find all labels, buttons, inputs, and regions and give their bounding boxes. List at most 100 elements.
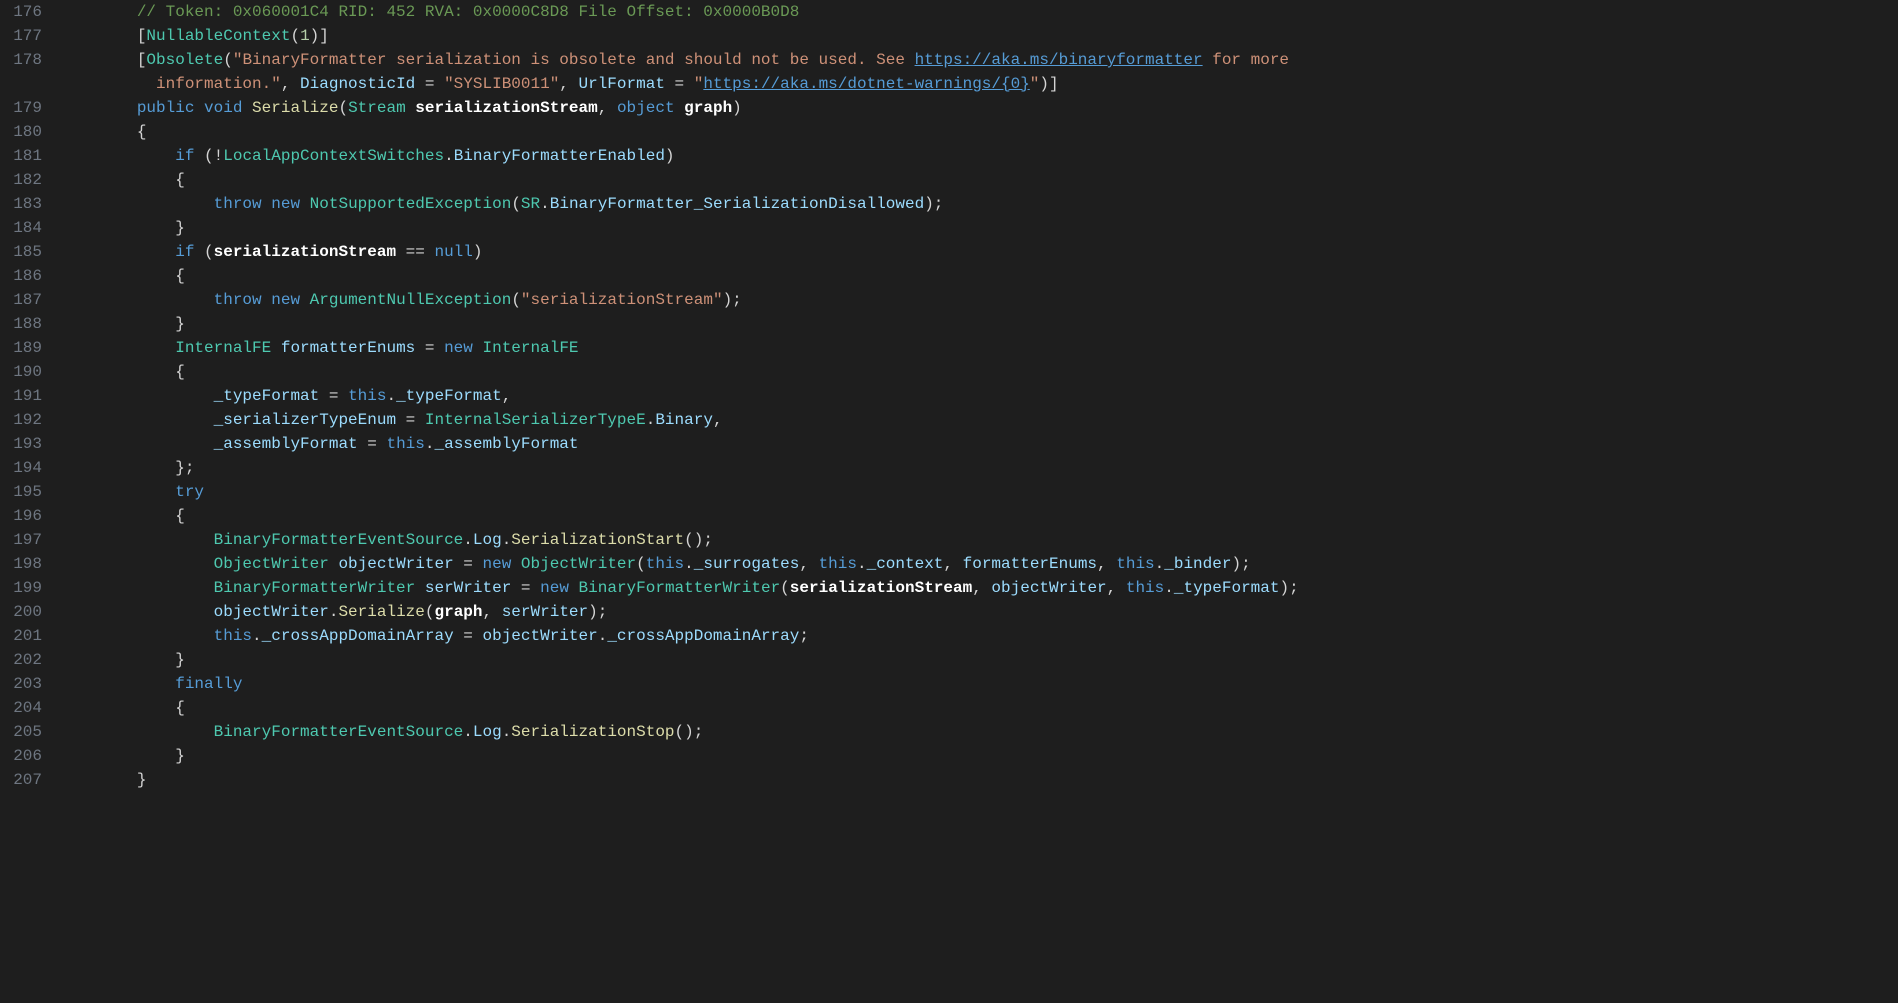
token — [262, 291, 272, 309]
token: 1 — [300, 27, 310, 45]
code-line[interactable]: information.", DiagnosticId = "SYSLIB001… — [60, 72, 1898, 96]
token: objectWriter — [338, 555, 453, 573]
code-line[interactable]: BinaryFormatterEventSource.Log.Serializa… — [60, 528, 1898, 552]
line-number: 192 — [8, 408, 42, 432]
token: ( — [338, 99, 348, 117]
token — [60, 579, 214, 597]
code-line[interactable]: } — [60, 744, 1898, 768]
token: _assemblyFormat — [214, 435, 358, 453]
code-line[interactable]: throw new NotSupportedException(SR.Binar… — [60, 192, 1898, 216]
token: . — [252, 627, 262, 645]
code-line[interactable]: } — [60, 216, 1898, 240]
token: _context — [867, 555, 944, 573]
line-number: 188 — [8, 312, 42, 336]
code-line[interactable]: [NullableContext(1)] — [60, 24, 1898, 48]
token: = — [358, 435, 387, 453]
token: } — [60, 747, 185, 765]
line-number: 200 — [8, 600, 42, 624]
code-line[interactable]: } — [60, 768, 1898, 792]
token: null — [434, 243, 472, 261]
token: new — [482, 555, 511, 573]
token: , — [972, 579, 991, 597]
token — [415, 579, 425, 597]
token — [569, 579, 579, 597]
token: new — [271, 291, 300, 309]
line-number: 194 — [8, 456, 42, 480]
token: = — [511, 579, 540, 597]
token: BinaryFormatterEventSource — [214, 723, 464, 741]
line-number: 191 — [8, 384, 42, 408]
code-area[interactable]: // Token: 0x060001C4 RID: 452 RVA: 0x000… — [60, 0, 1898, 1003]
code-line[interactable]: if (serializationStream == null) — [60, 240, 1898, 264]
code-line[interactable]: _serializerTypeEnum = InternalSerializer… — [60, 408, 1898, 432]
token — [60, 51, 137, 69]
token: this — [646, 555, 684, 573]
token: Stream — [348, 99, 406, 117]
code-line[interactable]: { — [60, 696, 1898, 720]
token — [406, 99, 416, 117]
token — [60, 387, 214, 405]
code-line[interactable]: ObjectWriter objectWriter = new ObjectWr… — [60, 552, 1898, 576]
token: this — [1116, 555, 1154, 573]
token: { — [60, 267, 185, 285]
token: { — [60, 171, 185, 189]
code-line[interactable]: finally — [60, 672, 1898, 696]
token: _typeFormat — [214, 387, 320, 405]
token — [60, 555, 214, 573]
token: new — [540, 579, 569, 597]
code-line[interactable]: { — [60, 504, 1898, 528]
token: _typeFormat — [396, 387, 502, 405]
token — [60, 99, 137, 117]
line-number: 179 — [8, 96, 42, 120]
line-number: 196 — [8, 504, 42, 528]
token: Binary — [655, 411, 713, 429]
token: https://aka.ms/binaryformatter — [915, 51, 1203, 69]
token — [60, 483, 175, 501]
code-line[interactable]: { — [60, 168, 1898, 192]
token: . — [502, 723, 512, 741]
code-line[interactable]: try — [60, 480, 1898, 504]
code-line[interactable]: } — [60, 648, 1898, 672]
code-line[interactable]: }; — [60, 456, 1898, 480]
token — [60, 75, 156, 93]
code-line[interactable]: BinaryFormatterWriter serWriter = new Bi… — [60, 576, 1898, 600]
token: ( — [223, 51, 233, 69]
code-line[interactable]: throw new ArgumentNullException("seriali… — [60, 288, 1898, 312]
line-number: 186 — [8, 264, 42, 288]
code-editor[interactable]: 1761771781791801811821831841851861871881… — [0, 0, 1898, 1003]
line-number: 189 — [8, 336, 42, 360]
token: _binder — [1164, 555, 1231, 573]
code-line[interactable]: [Obsolete("BinaryFormatter serialization… — [60, 48, 1898, 72]
code-line[interactable]: public void Serialize(Stream serializati… — [60, 96, 1898, 120]
code-line[interactable]: objectWriter.Serialize(graph, serWriter)… — [60, 600, 1898, 624]
code-line[interactable]: _typeFormat = this._typeFormat, — [60, 384, 1898, 408]
code-line[interactable]: _assemblyFormat = this._assemblyFormat — [60, 432, 1898, 456]
code-line[interactable]: this._crossAppDomainArray = objectWriter… — [60, 624, 1898, 648]
token: { — [60, 123, 146, 141]
token: formatterEnums — [281, 339, 415, 357]
code-line[interactable]: } — [60, 312, 1898, 336]
code-line[interactable]: { — [60, 360, 1898, 384]
token: . — [386, 387, 396, 405]
token: https://aka.ms/dotnet-warnings/{0} — [703, 75, 1029, 93]
token: this — [214, 627, 252, 645]
token: { — [60, 507, 185, 525]
code-line[interactable]: { — [60, 120, 1898, 144]
token: )] — [310, 27, 329, 45]
line-number — [8, 72, 42, 96]
token — [60, 195, 214, 213]
code-line[interactable]: // Token: 0x060001C4 RID: 452 RVA: 0x000… — [60, 0, 1898, 24]
code-line[interactable]: BinaryFormatterEventSource.Log.Serializa… — [60, 720, 1898, 744]
token: ) — [732, 99, 742, 117]
token — [300, 195, 310, 213]
line-number: 206 — [8, 744, 42, 768]
code-line[interactable]: if (!LocalAppContextSwitches.BinaryForma… — [60, 144, 1898, 168]
code-line[interactable]: InternalFE formatterEnums = new Internal… — [60, 336, 1898, 360]
token: objectWriter — [991, 579, 1106, 597]
token: SerializationStart — [511, 531, 684, 549]
token — [675, 99, 685, 117]
code-line[interactable]: { — [60, 264, 1898, 288]
token: . — [463, 531, 473, 549]
line-number: 198 — [8, 552, 42, 576]
line-number-gutter: 1761771781791801811821831841851861871881… — [0, 0, 60, 1003]
